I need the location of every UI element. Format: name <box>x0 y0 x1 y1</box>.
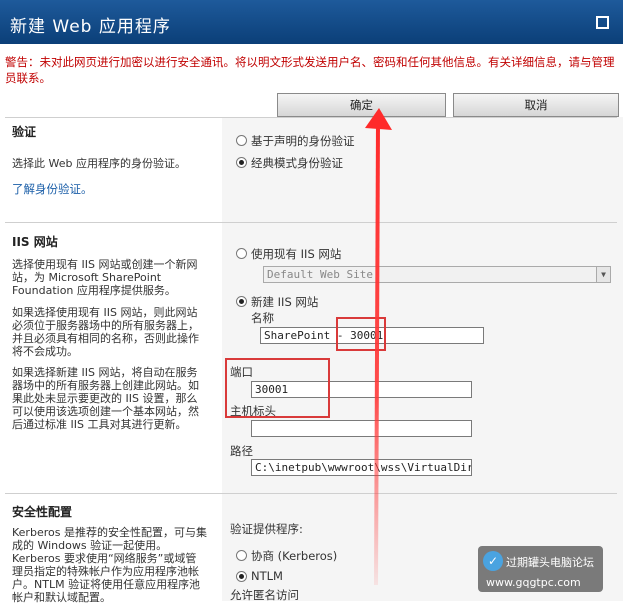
security-warning: 警告：未对此网页进行加密以进行安全通讯。将以明文形式发送用户名、密码和任何其他信… <box>5 55 615 85</box>
ntlm-option-label: NTLM <box>251 569 283 583</box>
divider <box>5 493 617 494</box>
title-bar: 新建 Web 应用程序 <box>0 0 623 44</box>
classic-option-label: 经典模式身份验证 <box>251 156 343 170</box>
kerberos-option-label: 协商 (Kerberos) <box>251 549 338 563</box>
path-input[interactable]: C:\inetpub\wwwroot\wss\VirtualDirect <box>251 459 472 476</box>
auth-provider-label: 验证提供程序: <box>230 522 303 536</box>
watermark-line1: 过期罐头电脑论坛 <box>506 556 594 569</box>
host-header-input[interactable] <box>251 420 472 437</box>
iis-description-2: 如果选择使用现有 IIS 网站，则此网站必须位于服务器场中的所有服务器上，并且必… <box>12 306 199 358</box>
watermark-line2: www.gqgtpc.com <box>486 576 581 589</box>
iis-description-3: 如果选择新建 IIS 网站，将自动在服务器场中的所有服务器上创建此网站。如果此处… <box>12 366 199 431</box>
security-description: Kerberos 是推荐的安全性配置，可与集成的 Windows 验证一起使用。… <box>12 526 207 604</box>
iis-description-1: 选择使用现有 IIS 网站或创建一个新网站，为 Microsoft ShareP… <box>12 258 198 297</box>
new-site-radio[interactable] <box>236 296 247 307</box>
port-highlight-box <box>336 317 386 351</box>
port-field-highlight-box <box>225 358 330 418</box>
security-heading: 安全性配置 <box>12 505 73 519</box>
ok-button[interactable]: 确定 <box>277 93 446 117</box>
divider <box>5 222 617 223</box>
existing-site-label: 使用现有 IIS 网站 <box>251 247 342 261</box>
forum-logo-icon: ✓ <box>483 551 503 571</box>
auth-learn-link[interactable]: 了解身份验证。 <box>12 181 93 197</box>
kerberos-radio[interactable] <box>236 550 247 561</box>
classic-radio[interactable] <box>236 157 247 168</box>
existing-site-radio[interactable] <box>236 248 247 259</box>
existing-site-select[interactable]: Default Web Site ▼ <box>263 266 611 283</box>
existing-site-value: Default Web Site <box>267 268 373 281</box>
name-label: 名称 <box>251 311 274 325</box>
window-title: 新建 Web 应用程序 <box>10 17 171 37</box>
new-site-label: 新建 IIS 网站 <box>251 295 319 309</box>
auth-heading: 验证 <box>12 125 37 139</box>
chevron-down-icon: ▼ <box>596 267 610 282</box>
watermark: ✓ 过期罐头电脑论坛 www.gqgtpc.com <box>478 546 603 592</box>
maximize-icon[interactable] <box>596 16 609 29</box>
auth-description: 选择此 Web 应用程序的身份验证。 <box>12 157 186 170</box>
divider <box>5 117 617 118</box>
iis-heading: IIS 网站 <box>12 235 58 249</box>
claims-radio[interactable] <box>236 135 247 146</box>
ntlm-radio[interactable] <box>236 571 247 582</box>
claims-option-label: 基于声明的身份验证 <box>251 134 355 148</box>
cancel-button[interactable]: 取消 <box>453 93 619 117</box>
path-label: 路径 <box>230 444 253 458</box>
